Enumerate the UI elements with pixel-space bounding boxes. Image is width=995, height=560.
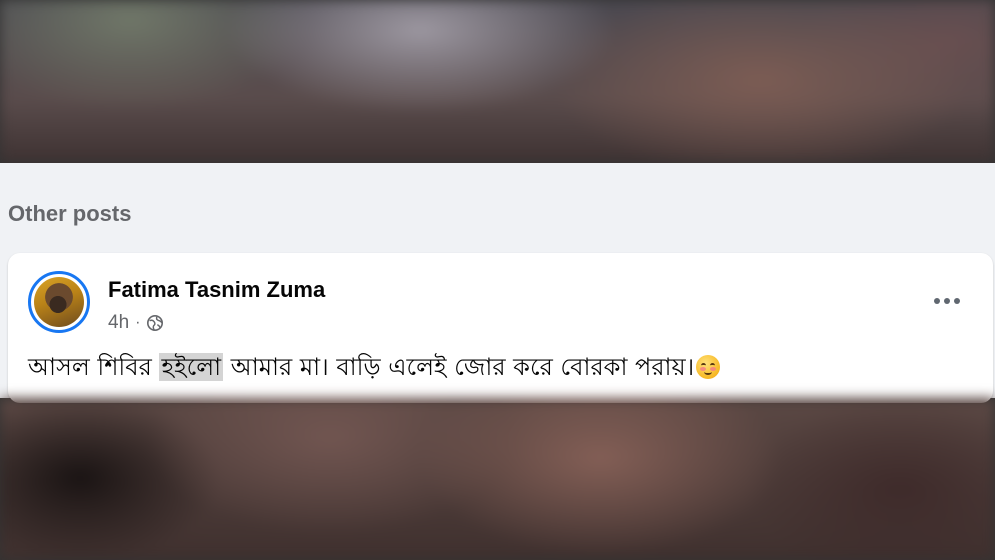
post-text: আসল শিবির হইলো আমার মা। বাড়ি এলেই জোর ক… (28, 349, 721, 389)
post-card: Fatima Tasnim Zuma 4h · আসল শিবির হইলো আ… (8, 253, 993, 403)
post-timestamp[interactable]: 4h (108, 312, 129, 334)
post-text-before: আসল শিবির (28, 353, 160, 381)
more-options-button[interactable] (927, 289, 967, 313)
emoji-eye (710, 363, 716, 368)
emoji-eye (701, 363, 707, 368)
smiling-face-emoji-icon (696, 355, 721, 379)
avatar-image (34, 277, 84, 327)
post-text-highlight: হইলো (159, 353, 224, 381)
more-options-icon-dot (954, 298, 960, 304)
other-posts-panel: Other posts Fatima Tasnim Zuma 4h · আসল … (0, 163, 995, 403)
post-meta: 4h · (108, 311, 164, 335)
blurred-background-top (0, 0, 995, 163)
emoji-mouth (704, 369, 713, 375)
post-author-name[interactable]: Fatima Tasnim Zuma (108, 277, 325, 303)
avatar[interactable] (28, 271, 90, 333)
more-options-icon (934, 298, 940, 304)
section-title: Other posts (8, 201, 132, 226)
more-options-icon-dot (944, 298, 950, 304)
post-text-after: আমার মা। বাড়ি এলেই জোর করে বোরকা পরায়। (223, 353, 695, 381)
globe-icon[interactable] (146, 314, 164, 332)
meta-separator: · (135, 314, 141, 331)
blurred-background-bottom (0, 398, 995, 560)
